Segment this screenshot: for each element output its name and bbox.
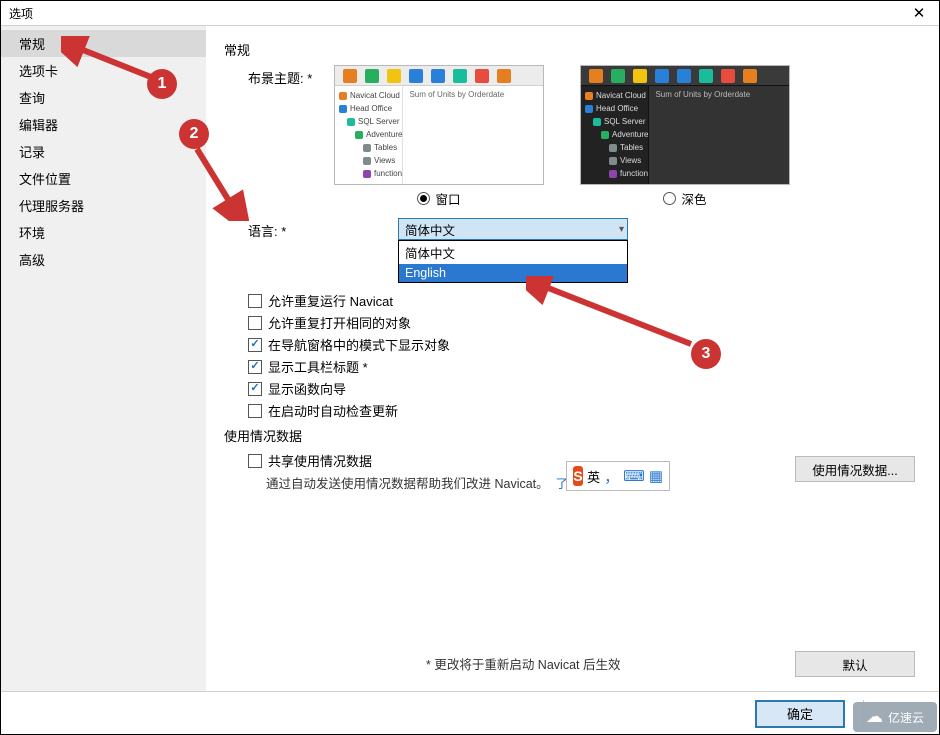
toolbar-icon <box>387 69 401 83</box>
sogou-icon: S <box>573 466 583 486</box>
check-toolbar-title[interactable]: 显示工具栏标题 * <box>248 357 915 376</box>
toolbar-icon <box>475 69 489 83</box>
toolbar-icon <box>431 69 445 83</box>
toolbar-icon <box>409 69 423 83</box>
language-dropdown-list: 简体中文 English <box>398 240 628 283</box>
preview-chart: Sum of Units by Orderdate <box>649 86 790 185</box>
usage-section-title: 使用情况数据 <box>224 426 915 445</box>
annotation-badge-3: 3 <box>691 339 721 369</box>
sidebar-item-editor[interactable]: 编辑器 <box>1 111 206 138</box>
check-auto-update[interactable]: 在启动时自动检查更新 <box>248 401 915 420</box>
checkbox-icon <box>248 294 262 308</box>
checkbox-icon <box>248 316 262 330</box>
theme-radio-dark[interactable]: 深色 <box>663 189 706 208</box>
theme-preview-dark[interactable]: Navicat Cloud Head Office SQL Server Adv… <box>580 65 790 185</box>
check-func-wizard[interactable]: 显示函数向导 <box>248 379 915 398</box>
content-pane: 常规 布景主题: * <box>206 26 939 691</box>
toolbar-icon <box>633 69 647 83</box>
cloud-icon: ☁ <box>866 707 883 727</box>
check-nav-schema[interactable]: 在导航窗格中的模式下显示对象 <box>248 335 915 354</box>
sidebar-item-records[interactable]: 记录 <box>1 138 206 165</box>
toolbar-icon <box>699 69 713 83</box>
ime-menu-icon: ▦ <box>649 467 663 485</box>
main-area: 常规 选项卡 查询 编辑器 记录 文件位置 代理服务器 环境 高级 常规 布景主… <box>1 26 939 691</box>
toolbar-icon <box>655 69 669 83</box>
theme-dark-column: Navicat Cloud Head Office SQL Server Adv… <box>580 65 790 208</box>
preview-tree: Navicat Cloud Head Office SQL Server Adv… <box>335 86 403 185</box>
radio-icon <box>417 192 430 205</box>
checkbox-icon <box>248 404 262 418</box>
watermark: ☁ 亿速云 <box>853 702 937 732</box>
theme-radio-light[interactable]: 窗口 <box>417 189 460 208</box>
theme-row: 布景主题: * <box>224 65 915 208</box>
ime-punct-icon: ， <box>604 466 619 487</box>
toolbar-icon <box>343 69 357 83</box>
sidebar-item-advanced[interactable]: 高级 <box>1 246 206 273</box>
checkbox-icon <box>248 360 262 374</box>
toolbar-icon <box>743 69 757 83</box>
toolbar-icon <box>365 69 379 83</box>
toolbar-icon <box>453 69 467 83</box>
annotation-badge-2: 2 <box>179 119 209 149</box>
language-option-zh[interactable]: 简体中文 <box>399 241 627 264</box>
ime-indicator: S 英 ， ⌨ ▦ <box>566 461 670 491</box>
toolbar-icon <box>589 69 603 83</box>
preview-chart: Sum of Units by Orderdate <box>403 86 544 185</box>
ime-keyboard-icon: ⌨ <box>623 467 645 485</box>
toolbar-icon <box>497 69 511 83</box>
check-reopen-same[interactable]: 允许重复打开相同的对象 <box>248 313 915 332</box>
check-multi-run[interactable]: 允许重复运行 Navicat <box>248 291 915 310</box>
section-general-title: 常规 <box>224 40 915 59</box>
default-button[interactable]: 默认 <box>795 651 915 677</box>
usage-data-button[interactable]: 使用情况数据... <box>795 456 915 482</box>
toolbar-icon <box>677 69 691 83</box>
ime-mode-label: 英 <box>587 467 600 486</box>
toolbar-icon <box>611 69 625 83</box>
ok-button[interactable]: 确定 <box>755 700 845 728</box>
annotation-badge-1: 1 <box>147 69 177 99</box>
window-title: 选项 <box>9 5 33 22</box>
language-row: 语言: * 简体中文 ▾ 简体中文 English <box>224 218 915 240</box>
language-label: 语言: * <box>248 218 334 240</box>
theme-light-column: Navicat Cloud Head Office SQL Server Adv… <box>334 65 544 208</box>
theme-label: 布景主题: * <box>248 65 334 87</box>
checkbox-icon <box>248 382 262 396</box>
sidebar: 常规 选项卡 查询 编辑器 记录 文件位置 代理服务器 环境 高级 <box>1 26 206 691</box>
sidebar-item-general[interactable]: 常规 <box>1 30 206 57</box>
sidebar-item-filelocation[interactable]: 文件位置 <box>1 165 206 192</box>
close-icon[interactable]: ✕ <box>905 3 933 23</box>
checkbox-icon <box>248 338 262 352</box>
checkbox-icon <box>248 454 262 468</box>
chevron-down-icon: ▾ <box>619 224 624 235</box>
restart-note: * 更改将于重新启动 Navicat 后生效 <box>426 654 620 673</box>
dropdown-value: 简体中文 <box>405 220 455 239</box>
sidebar-item-proxy[interactable]: 代理服务器 <box>1 192 206 219</box>
toolbar-icon <box>721 69 735 83</box>
radio-icon <box>663 192 676 205</box>
language-option-en[interactable]: English <box>399 264 627 282</box>
dialog-footer: 确定 <box>1 691 939 735</box>
titlebar: 选项 ✕ <box>1 1 939 26</box>
language-dropdown[interactable]: 简体中文 ▾ 简体中文 English <box>398 218 628 240</box>
theme-preview-light[interactable]: Navicat Cloud Head Office SQL Server Adv… <box>334 65 544 185</box>
preview-tree: Navicat Cloud Head Office SQL Server Adv… <box>581 86 649 185</box>
sidebar-item-env[interactable]: 环境 <box>1 219 206 246</box>
